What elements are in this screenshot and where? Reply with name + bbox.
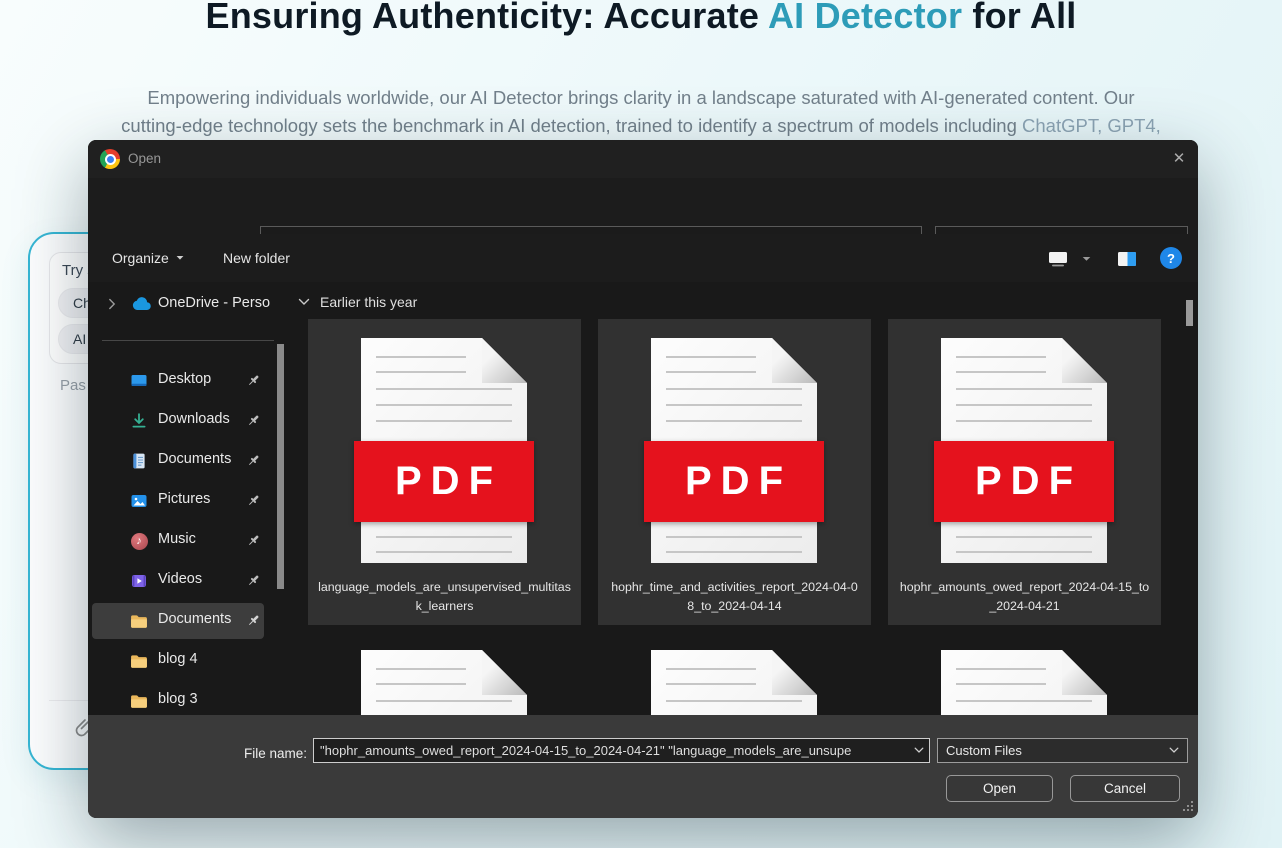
sidebar-item-label: Downloads	[158, 411, 230, 427]
file-type-select[interactable]: Custom Files	[937, 738, 1188, 763]
paste-placeholder: Pas	[60, 377, 86, 394]
sidebar-item-label: OneDrive - Perso	[158, 295, 284, 311]
heading-highlight: AI Detector	[768, 0, 962, 36]
page: Ensuring Authenticity: Accurate AI Detec…	[0, 0, 1282, 848]
dialog-title: Open	[128, 140, 161, 178]
sidebar-item-label: blog 4	[158, 651, 198, 667]
pin-icon	[246, 533, 261, 551]
pdf-badge: PDF	[644, 441, 824, 522]
chrome-logo-icon	[100, 149, 120, 169]
file-list: Earlier this year PDF language_models_ar…	[290, 282, 1198, 715]
page-subtitle: Empowering individuals worldwide, our AI…	[0, 84, 1282, 139]
navigation-pane: OneDrive - Perso Desktop Downloads Docum	[88, 282, 290, 715]
document-file-icon[interactable]	[941, 650, 1107, 715]
cancel-button[interactable]: Cancel	[1070, 775, 1180, 802]
pin-icon	[246, 373, 261, 391]
preview-pane-icon[interactable]	[1117, 251, 1137, 267]
onedrive-icon	[132, 297, 152, 311]
model-names: ChatGPT, GPT4,	[1022, 115, 1161, 136]
file-name: hophr_amounts_owed_report_2024-04-15_to_…	[898, 578, 1151, 616]
sidebar-item-downloads[interactable]: Downloads	[88, 401, 290, 441]
sidebar-item-documents-library[interactable]: Documents	[88, 441, 290, 481]
desktop-icon	[130, 372, 148, 390]
document-file-icon[interactable]	[361, 650, 527, 715]
videos-icon	[130, 572, 148, 590]
file-type-dropdown-icon	[1169, 747, 1179, 754]
file-name: hophr_time_and_activities_report_2024-04…	[608, 578, 861, 616]
sidebar-item-label: Videos	[158, 571, 202, 587]
sidebar-item-label: Documents	[158, 451, 231, 467]
subtitle-line: cutting-edge technology sets the benchma…	[0, 112, 1282, 140]
expander-chevron-icon[interactable]	[108, 298, 116, 310]
navigation-bar: Downloads Documents	[88, 178, 1198, 234]
pin-icon	[246, 453, 261, 471]
file-name: language_models_are_unsupervised_multita…	[318, 578, 571, 616]
collapse-chevron-icon	[298, 298, 310, 306]
sidebar-item-label: blog 3	[158, 691, 198, 707]
sidebar-item-onedrive[interactable]: OneDrive - Perso	[88, 290, 290, 320]
open-file-dialog: Open ✕ Downloads Documents	[88, 140, 1198, 818]
pin-icon	[246, 613, 261, 631]
view-mode-icon[interactable]	[1048, 251, 1068, 267]
pin-icon	[246, 573, 261, 591]
subtitle-line: Empowering individuals worldwide, our AI…	[0, 84, 1282, 112]
file-name-input[interactable]	[314, 743, 914, 758]
pdf-file-icon: PDF	[651, 338, 817, 563]
dialog-content: OneDrive - Perso Desktop Downloads Docum	[88, 282, 1198, 715]
heading-text: for All	[962, 0, 1076, 36]
heading-text: Ensuring Authenticity: Accurate	[206, 0, 768, 36]
sidebar-item-music[interactable]: ♪ Music	[88, 521, 290, 561]
page-title: Ensuring Authenticity: Accurate AI Detec…	[0, 0, 1282, 39]
file-name-label: File name:	[188, 742, 307, 766]
pictures-icon	[130, 492, 148, 510]
folder-icon	[130, 612, 148, 630]
resize-grip[interactable]	[1181, 801, 1193, 813]
file-item-pdf[interactable]: PDF hophr_amounts_owed_report_2024-04-15…	[888, 319, 1161, 625]
file-name-dropdown-icon[interactable]	[914, 747, 924, 754]
caret-down-icon	[176, 255, 184, 261]
documents-icon	[130, 452, 148, 470]
dialog-footer: File name: Custom Files Open Cancel	[88, 715, 1198, 818]
folder-icon	[130, 652, 148, 670]
pdf-badge: PDF	[934, 441, 1114, 522]
sidebar-item-label: Pictures	[158, 491, 210, 507]
sidebar-item-videos[interactable]: Videos	[88, 561, 290, 601]
file-list-scrollbar[interactable]	[1186, 300, 1193, 326]
organize-button[interactable]: Organize	[112, 234, 184, 282]
sidebar-item-label: Documents	[158, 611, 231, 627]
file-item-pdf[interactable]: PDF hophr_time_and_activities_report_202…	[598, 319, 871, 625]
sidebar-separator	[102, 340, 274, 341]
sidebar-item-label: Music	[158, 531, 196, 547]
file-name-field[interactable]	[313, 738, 930, 763]
file-item-pdf[interactable]: PDF language_models_are_unsupervised_mul…	[308, 319, 581, 625]
new-folder-button[interactable]: New folder	[223, 234, 290, 282]
pin-icon	[246, 413, 261, 431]
folder-icon	[130, 692, 148, 710]
sidebar-item-blog4[interactable]: blog 4	[88, 641, 290, 681]
pdf-file-icon: PDF	[941, 338, 1107, 563]
sidebar-item-blog3[interactable]: blog 3	[88, 681, 290, 715]
pdf-file-icon: PDF	[361, 338, 527, 563]
sidebar-item-documents-selected[interactable]: Documents	[88, 601, 290, 641]
command-toolbar: Organize New folder ?	[88, 234, 1198, 282]
downloads-icon	[130, 412, 148, 430]
close-icon[interactable]: ✕	[1164, 140, 1194, 178]
sidebar-item-label: Desktop	[158, 371, 211, 387]
help-icon[interactable]: ?	[1160, 247, 1182, 269]
sidebar-item-pictures[interactable]: Pictures	[88, 481, 290, 521]
group-header[interactable]: Earlier this year	[298, 290, 417, 314]
pdf-badge: PDF	[354, 441, 534, 522]
open-button[interactable]: Open	[946, 775, 1053, 802]
pin-icon	[246, 493, 261, 511]
document-file-icon[interactable]	[651, 650, 817, 715]
view-caret-icon[interactable]	[1082, 256, 1091, 262]
sidebar-item-desktop[interactable]: Desktop	[88, 361, 290, 401]
dialog-titlebar[interactable]: Open ✕	[88, 140, 1198, 178]
music-icon: ♪	[130, 532, 148, 550]
